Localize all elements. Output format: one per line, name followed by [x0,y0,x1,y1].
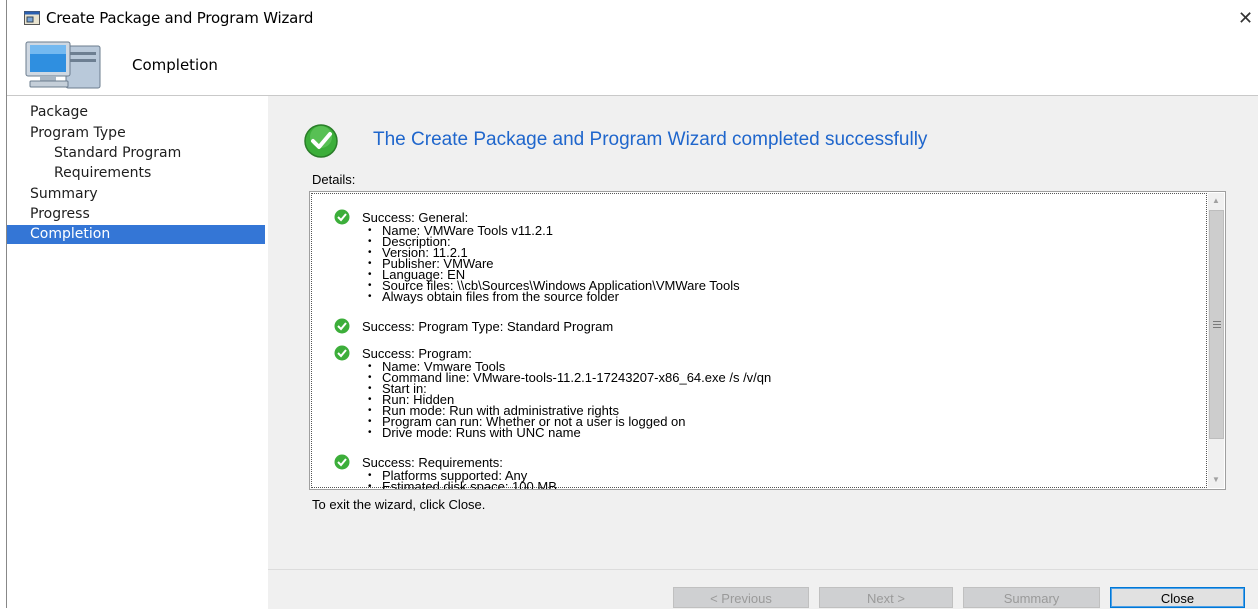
section-items: Platforms supported: Any Estimated disk … [334,469,557,489]
sidebar-item-label: Package [30,104,89,120]
details-section-general: Success: General: Name: VMWare Tools v11… [334,209,740,303]
close-icon[interactable]: ✕ [1238,8,1253,29]
scroll-up-arrow-icon[interactable]: ▲ [1208,193,1224,209]
section-items: Name: VMWare Tools v11.2.1 Description: … [334,224,740,303]
sidebar-item-program-type[interactable]: Program Type [7,124,265,143]
exit-instructions: To exit the wizard, click Close. [312,497,486,512]
section-heading-text: Success: Requirements: [362,455,503,470]
sidebar-item-completion[interactable]: Completion [7,225,265,244]
window-title: Create Package and Program Wizard [46,9,314,27]
sidebar-item-label: Standard Program [54,145,182,161]
grip-line [1213,324,1221,325]
sidebar-item-label: Summary [30,186,98,202]
details-section-requirements: Success: Requirements: Platforms support… [334,454,557,489]
wizard-app-icon [24,11,40,25]
section-heading-text: Success: General: [362,210,469,225]
sidebar-item-standard-program[interactable]: Standard Program [7,144,265,163]
section-heading-text: Success: Program: [362,346,472,361]
sidebar-item-label: Progress [30,206,90,222]
success-check-icon [304,124,338,158]
summary-button[interactable]: Summary [963,587,1100,608]
sidebar-item-label: Completion [30,226,111,242]
sidebar-item-package[interactable]: Package [7,103,265,122]
section-heading-text: Success: Program Type: Standard Program [362,319,614,334]
scroll-thumb[interactable] [1209,210,1224,439]
sidebar-item-requirements[interactable]: Requirements [7,164,265,183]
grip-line [1213,321,1221,322]
scroll-down-arrow-icon[interactable]: ▼ [1208,472,1224,488]
computer-icon [25,41,101,89]
details-label: Details: [312,172,356,187]
result-title: The Create Package and Program Wizard co… [373,129,928,150]
success-small-check-icon [334,318,350,334]
list-item: Always obtain files from the source fold… [334,290,740,303]
title-bar[interactable]: Create Package and Program Wizard ✕ [0,0,1258,36]
page-title: Completion [132,56,218,74]
next-button[interactable]: Next > [819,587,953,608]
success-small-check-icon [334,209,350,225]
wizard-steps-sidebar: Package Program Type Standard Program Re… [7,95,268,609]
section-items: Name: Vmware Tools Command line: VMware-… [334,360,771,439]
success-small-check-icon [334,454,350,470]
close-button[interactable]: Close [1110,587,1245,608]
details-section-program: Success: Program: Name: Vmware Tools Com… [334,345,771,439]
success-small-check-icon [334,345,350,361]
sidebar-item-label: Requirements [54,165,152,181]
details-scrollbar[interactable]: ▲ ▼ [1208,193,1224,488]
details-textbox[interactable]: Success: General: Name: VMWare Tools v11… [309,191,1226,490]
list-item: Estimated disk space: 100 MB [334,480,557,489]
details-content: Success: General: Name: VMWare Tools v11… [311,193,1207,489]
sidebar-item-progress[interactable]: Progress [7,205,265,224]
list-item: Drive mode: Runs with UNC name [334,426,771,439]
previous-button[interactable]: < Previous [673,587,809,608]
sidebar-item-label: Program Type [30,125,126,141]
grip-line [1213,327,1221,328]
sidebar-item-summary[interactable]: Summary [7,185,265,204]
